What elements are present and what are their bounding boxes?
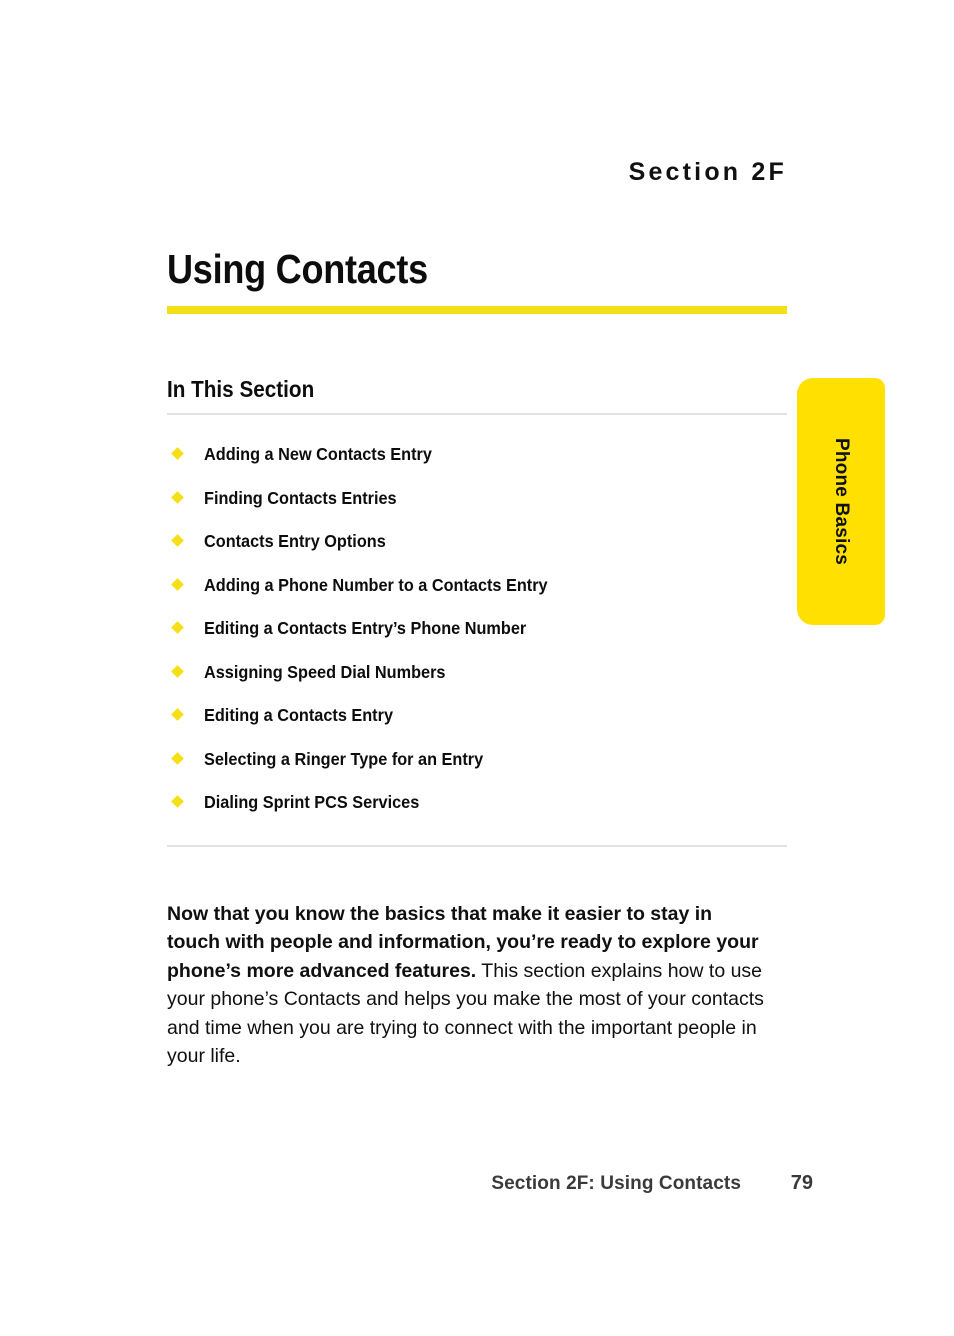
- list-item-label: Adding a Phone Number to a Contacts Entr…: [204, 574, 548, 595]
- list-item-label: Adding a New Contacts Entry: [204, 444, 432, 464]
- list-item-label: Editing a Contacts Entry: [204, 705, 393, 725]
- diamond-bullet-icon: [171, 664, 184, 678]
- list-bottom-divider: [167, 845, 787, 847]
- list-item-label: Editing a Contacts Entry’s Phone Number: [204, 618, 527, 638]
- subhead-divider: [167, 413, 787, 415]
- diamond-bullet-icon: [171, 708, 184, 721]
- list-item[interactable]: Finding Contacts Entries: [167, 484, 787, 528]
- list-item[interactable]: Adding a Phone Number to a Contacts Entr…: [167, 571, 787, 615]
- diamond-bullet-icon: [171, 751, 184, 765]
- list-item-label: Finding Contacts Entries: [204, 487, 397, 508]
- footer-section-title: Section 2F: Using Contacts: [491, 1173, 741, 1194]
- diamond-bullet-icon: [171, 577, 184, 591]
- page-footer: Section 2F: Using Contacts 79: [167, 1172, 813, 1195]
- list-item[interactable]: Dialing Sprint PCS Services: [167, 788, 787, 832]
- diamond-bullet-icon: [171, 490, 184, 504]
- title-accent-rule: [167, 306, 787, 314]
- in-this-section-list: Adding a New Contacts Entry Finding Cont…: [167, 440, 787, 832]
- diamond-bullet-icon: [171, 621, 184, 634]
- footer-page-number: 79: [790, 1172, 813, 1194]
- list-item[interactable]: Assigning Speed Dial Numbers: [167, 658, 787, 702]
- list-item-label: Assigning Speed Dial Numbers: [204, 661, 446, 682]
- section-eyebrow: Section 2F: [628, 158, 787, 186]
- list-item-label: Contacts Entry Options: [204, 531, 386, 551]
- list-item[interactable]: Adding a New Contacts Entry: [167, 440, 787, 484]
- list-item[interactable]: Editing a Contacts Entry’s Phone Number: [167, 614, 787, 658]
- list-item-label: Selecting a Ringer Type for an Entry: [204, 748, 484, 769]
- diamond-bullet-icon: [171, 447, 184, 460]
- list-item-label: Dialing Sprint PCS Services: [204, 792, 420, 812]
- document-page: Section 2F Using Contacts In This Sectio…: [0, 0, 954, 1336]
- diamond-bullet-icon: [171, 795, 184, 808]
- list-item[interactable]: Selecting a Ringer Type for an Entry: [167, 745, 787, 789]
- list-item[interactable]: Editing a Contacts Entry: [167, 701, 787, 745]
- intro-paragraph: Now that you know the basics that make i…: [167, 900, 767, 1071]
- side-tab-phone-basics[interactable]: Phone Basics: [797, 378, 885, 625]
- list-item[interactable]: Contacts Entry Options: [167, 527, 787, 571]
- side-tab-label: Phone Basics: [831, 437, 852, 565]
- diamond-bullet-icon: [171, 534, 184, 547]
- in-this-section-heading: In This Section: [167, 376, 315, 402]
- page-title: Using Contacts: [167, 246, 428, 292]
